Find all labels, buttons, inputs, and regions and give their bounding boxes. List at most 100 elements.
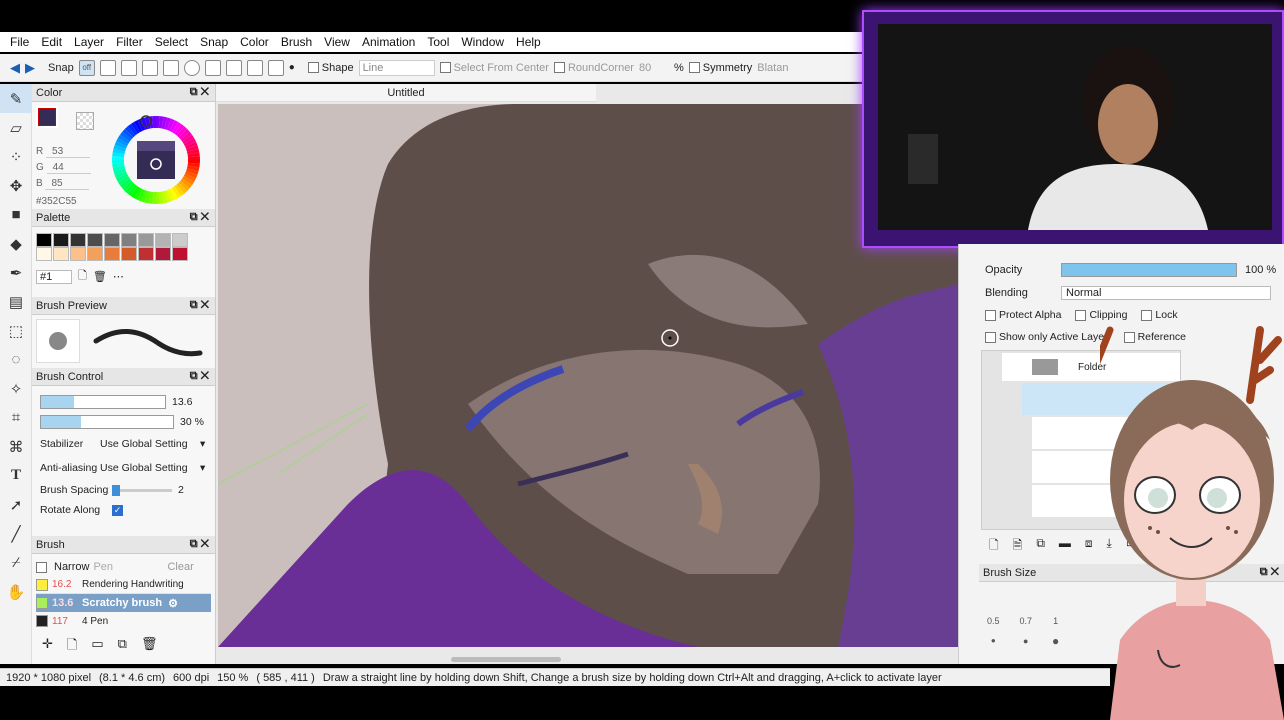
brush-size-slider[interactable] [40, 395, 166, 409]
undo-icon[interactable]: ◀ [10, 60, 20, 76]
layer-opacity-value[interactable]: 100 % [1245, 264, 1276, 276]
menu-select[interactable]: Select [149, 35, 194, 49]
transparent-swatch[interactable] [76, 112, 94, 130]
canvas-area[interactable]: Untitled [216, 84, 958, 664]
snap-cross-icon[interactable] [120, 59, 137, 76]
shape-toggle[interactable]: Shape [307, 62, 354, 74]
palette-swatch[interactable] [155, 233, 171, 247]
snap-grid3-icon[interactable] [267, 59, 284, 76]
snap-dot-icon[interactable]: ● [289, 62, 295, 73]
chevron-down-icon[interactable]: ▾ [200, 438, 205, 450]
menu-layer[interactable]: Layer [68, 35, 110, 49]
duplicate-layer-icon[interactable]: ⧉ [1036, 536, 1045, 557]
close-icon[interactable]: ⧉ ✕ [190, 299, 209, 312]
r-value-input[interactable]: 53 [46, 146, 91, 158]
snap-perspective-icon[interactable] [162, 59, 179, 76]
lasso-tool-button[interactable]: ◌ [0, 345, 32, 374]
chevron-down-icon[interactable]: ▾ [200, 462, 205, 474]
round-corner-toggle[interactable]: RoundCorner [553, 62, 634, 74]
copy-layer-icon[interactable]: ⧈ [1085, 536, 1093, 557]
brush-item[interactable]: 16.2 Rendering Handwriting [36, 576, 211, 594]
drawing-canvas[interactable] [218, 104, 958, 647]
new-brush-icon[interactable]: 🗋 [67, 636, 77, 658]
menu-snap[interactable]: Snap [194, 35, 234, 49]
brush-size-option[interactable]: 0.5 ● [987, 616, 1000, 648]
menu-tool[interactable]: Tool [421, 35, 455, 49]
menu-color[interactable]: Color [234, 35, 275, 49]
palette-swatch[interactable] [104, 233, 120, 247]
snap-curve-icon[interactable] [204, 59, 221, 76]
brush-opacity-slider[interactable] [40, 415, 174, 429]
palette-swatch[interactable] [104, 247, 120, 261]
new-palette-icon[interactable]: 🗋 [78, 267, 87, 286]
pen-nib-tool-button[interactable]: ✒ [0, 258, 32, 287]
palette-swatch[interactable] [121, 247, 137, 261]
palette-swatch[interactable] [138, 247, 154, 261]
palette-swatch[interactable] [121, 233, 137, 247]
menu-window[interactable]: Window [455, 35, 510, 49]
dot-tool-button[interactable]: ⁘ [0, 142, 32, 171]
divide-tool-button[interactable]: ╱ [0, 519, 32, 548]
clear-button[interactable]: Clear [167, 561, 193, 573]
snap-lines-icon[interactable] [141, 59, 158, 76]
hand-tool-button[interactable]: ✋ [0, 577, 32, 606]
snap-grid-icon[interactable] [225, 59, 242, 76]
snap-grid2-icon[interactable] [246, 59, 263, 76]
operation-tool-button[interactable]: ➚ [0, 490, 32, 519]
palette-swatch[interactable] [36, 233, 52, 247]
horizontal-scrollbar[interactable] [451, 657, 561, 662]
close-icon[interactable]: ⧉ ✕ [190, 86, 209, 99]
show-only-active-toggle[interactable]: Show only Active Layer [985, 331, 1108, 343]
brush-size-option[interactable]: 1 ● [1052, 616, 1059, 648]
folder-icon[interactable]: ▭ [91, 636, 103, 658]
spacing-value[interactable]: 2 [178, 484, 184, 496]
brush-search-input[interactable]: Pen [93, 561, 163, 573]
delete-palette-icon[interactable]: 🗑 [93, 270, 107, 283]
canvas-tab[interactable]: Untitled [216, 84, 596, 102]
palette-swatch[interactable] [155, 247, 171, 261]
menu-view[interactable]: View [318, 35, 356, 49]
palette-swatch[interactable] [87, 233, 103, 247]
close-icon[interactable]: ⧉ ✕ [190, 370, 209, 383]
menu-brush[interactable]: Brush [275, 35, 318, 49]
snap-circle-icon[interactable] [183, 59, 200, 76]
move-tool-button[interactable]: ✥ [0, 171, 32, 200]
eraser-tool-button[interactable]: ▱ [0, 113, 32, 142]
magic-wand-tool-button[interactable]: ✧ [0, 374, 32, 403]
hex-value[interactable]: #352C55 [36, 196, 96, 207]
stabilizer-select[interactable]: Use Global Setting [100, 438, 200, 450]
brush-opacity-value[interactable]: 30 % [180, 416, 204, 428]
select-eraser-tool-button[interactable]: ⌘ [0, 432, 32, 461]
layer-opacity-slider[interactable] [1061, 263, 1237, 277]
new-layer-icon[interactable]: 🗋 [989, 536, 999, 557]
copy-brush-icon[interactable]: ⧉ [118, 636, 127, 658]
shape-select[interactable]: Line [358, 59, 435, 76]
add-brush-icon[interactable]: ✛ [42, 636, 53, 658]
narrow-checkbox[interactable] [36, 561, 47, 573]
gradient-tool-button[interactable]: ▤ [0, 287, 32, 316]
select-from-center-toggle[interactable]: Select From Center [439, 62, 549, 74]
menu-animation[interactable]: Animation [356, 35, 421, 49]
eyedropper-tool-button[interactable]: ⌿ [0, 548, 32, 577]
palette-swatch[interactable] [70, 247, 86, 261]
palette-swatch[interactable] [70, 233, 86, 247]
new-folder-icon[interactable]: ▬ [1059, 536, 1071, 557]
snap-off-button[interactable]: off [78, 59, 95, 76]
pen-tool-button[interactable]: ✎ [0, 84, 32, 113]
spacing-slider[interactable] [112, 484, 172, 496]
palette-swatch[interactable] [138, 233, 154, 247]
text-tool-button[interactable]: T [0, 461, 32, 490]
delete-brush-icon[interactable]: 🗑 [141, 636, 158, 658]
protect-alpha-toggle[interactable]: Protect Alpha [985, 309, 1061, 321]
b-value-input[interactable]: 85 [45, 178, 90, 190]
palette-swatch[interactable] [53, 247, 69, 261]
palette-swatch[interactable] [172, 233, 188, 247]
antialias-select[interactable]: Use Global Setting [100, 462, 200, 474]
g-value-input[interactable]: 44 [46, 162, 91, 174]
foreground-swatch[interactable] [38, 108, 56, 126]
close-icon[interactable]: ⧉ ✕ [190, 538, 209, 551]
fill-tool-button[interactable]: ◆ [0, 229, 32, 258]
new-layer-alt-icon[interactable]: 🗎 [1013, 536, 1023, 557]
rect-tool-button[interactable]: ■ [0, 200, 32, 229]
brush-size-value[interactable]: 13.6 [172, 396, 192, 408]
